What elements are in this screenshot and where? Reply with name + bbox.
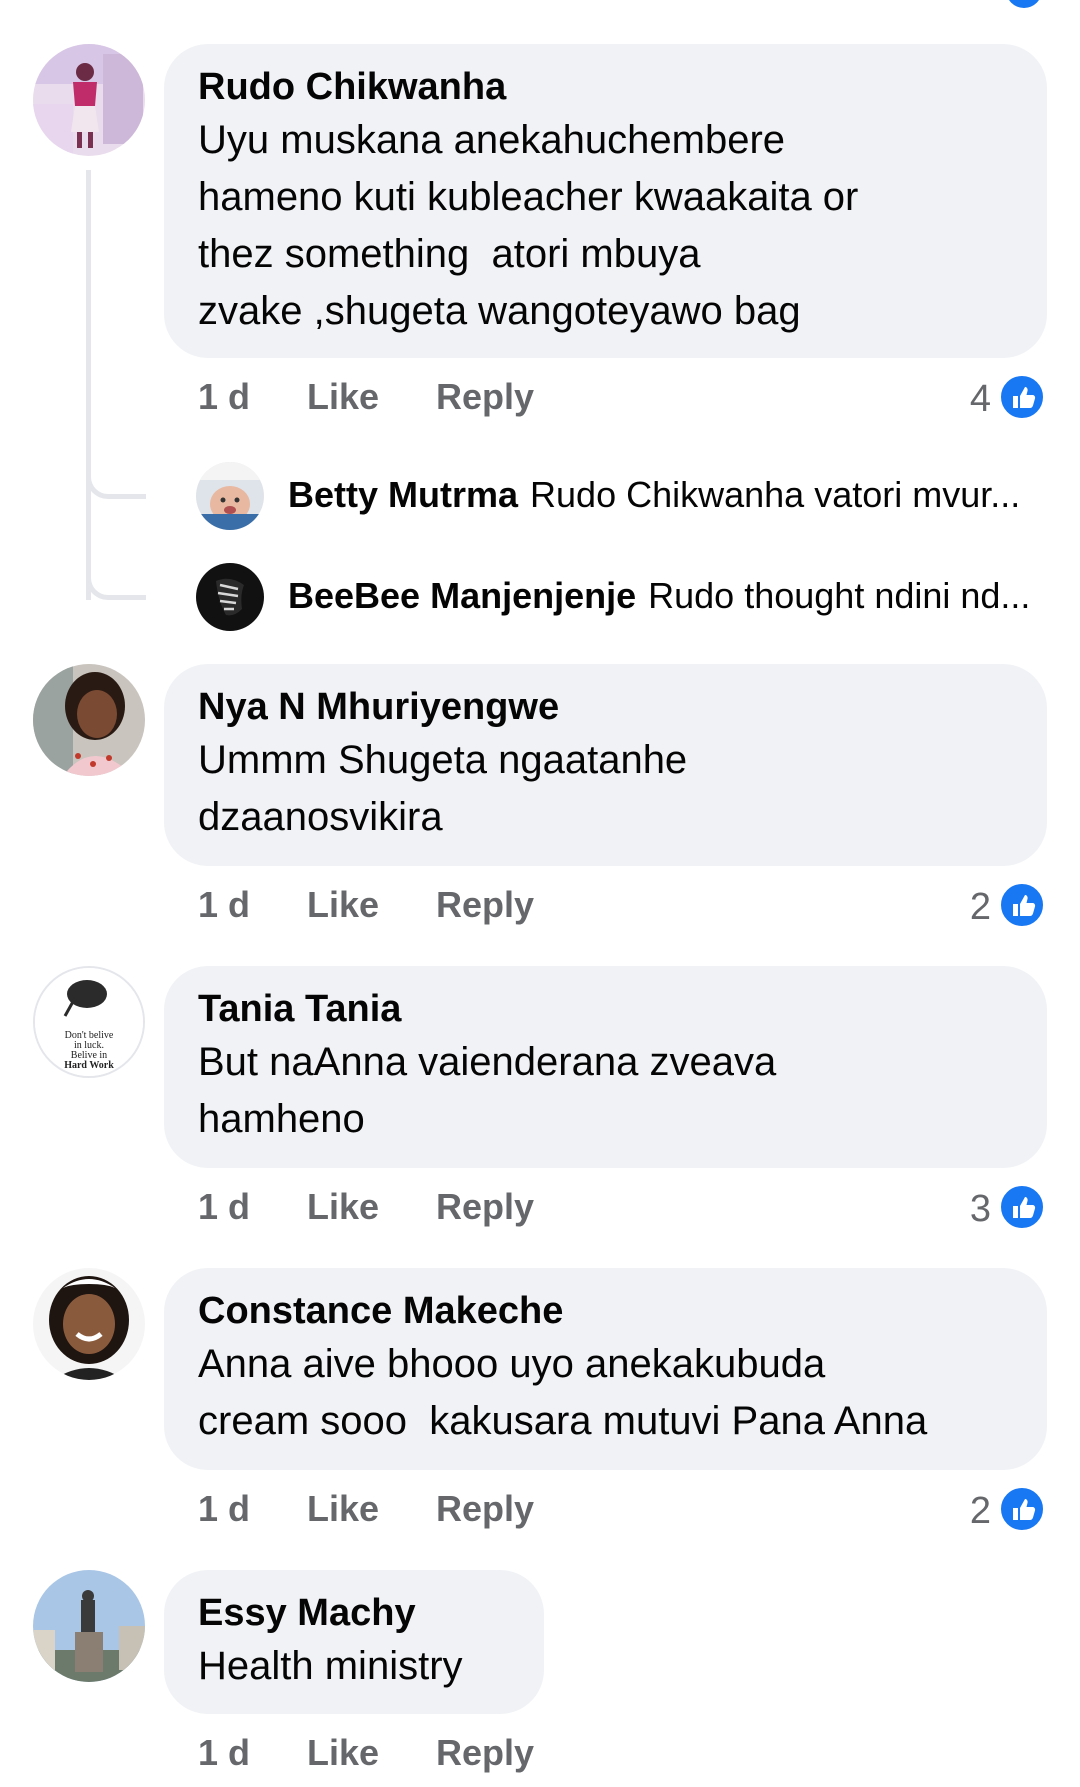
comment-author[interactable]: Rudo Chikwanha [198, 62, 1013, 112]
reaction-summary[interactable]: 4 [935, 374, 1045, 422]
reply-snippet: Rudo Chikwanha vatori mvur... [530, 474, 1021, 515]
comment-time[interactable]: 1 d [198, 376, 250, 418]
comment-author[interactable]: Essy Machy [198, 1588, 510, 1638]
thumbs-up-icon [999, 374, 1045, 420]
comment-bubble: Essy Machy Health ministry [164, 1570, 544, 1714]
reply-text-line: BeeBee Manjenjenje Rudo thought ndini nd.… [288, 575, 1048, 617]
like-button[interactable]: Like [307, 884, 379, 926]
comment-text: Anna aive bhooo uyo anekakubuda cream so… [198, 1342, 928, 1443]
reaction-count: 2 [969, 886, 991, 928]
reply-author[interactable]: Betty Mutrma [288, 474, 518, 515]
comment-text: Uyu muskana anekahuchembere hameno kuti … [198, 118, 859, 333]
comment-bubble: Tania Tania But naAnna vaienderana zveav… [164, 966, 1047, 1168]
avatar-baby-icon[interactable] [196, 462, 264, 530]
reply-text-line: Betty Mutrma Rudo Chikwanha vatori mvur..… [288, 474, 1048, 516]
thumbs-up-icon [999, 1184, 1045, 1230]
thread-line [86, 170, 91, 600]
comment-bubble: Nya N Mhuriyengwe Ummm Shugeta ngaatanhe… [164, 664, 1047, 866]
reaction-summary[interactable]: 2 [935, 882, 1045, 930]
reply-snippet: Rudo thought ndini nd... [648, 575, 1031, 616]
avatar-zebra-icon[interactable] [196, 563, 264, 631]
comment-author[interactable]: Nya N Mhuriyengwe [198, 682, 1013, 732]
reaction-count: 2 [969, 1490, 991, 1532]
like-button[interactable]: Like [307, 376, 379, 418]
avatar-smiling-woman-icon[interactable] [33, 1268, 145, 1380]
like-button[interactable]: Like [307, 1732, 379, 1774]
thread-branch [86, 467, 146, 499]
reply-button[interactable]: Reply [436, 1488, 534, 1530]
reaction-count: 4 [969, 378, 991, 420]
comment-time[interactable]: 1 d [198, 884, 250, 926]
comment-text: But naAnna vaienderana zveava hamheno [198, 1040, 777, 1141]
reaction-summary[interactable]: 2 [935, 1486, 1045, 1534]
avatar-woman-icon[interactable] [33, 664, 145, 776]
avatar-woman-pink-icon[interactable] [33, 44, 145, 156]
reply-author[interactable]: BeeBee Manjenjenje [288, 575, 636, 616]
reply-preview[interactable]: BeeBee Manjenjenje Rudo thought ndini nd.… [196, 563, 1046, 633]
reply-preview[interactable]: Betty Mutrma Rudo Chikwanha vatori mvur..… [196, 462, 1046, 532]
reaction-count: 3 [969, 1188, 991, 1230]
reply-button[interactable]: Reply [436, 376, 534, 418]
thumbs-up-icon [999, 882, 1045, 928]
like-reaction-icon [1006, 0, 1042, 8]
avatar-quote-icon[interactable]: Don't belive in luck. Belive in Hard Wor… [33, 966, 145, 1078]
avatar-statue-icon[interactable] [33, 1570, 145, 1682]
comment-text: Health ministry [198, 1644, 463, 1688]
comment-time[interactable]: 1 d [198, 1732, 250, 1774]
thumbs-up-icon [999, 1486, 1045, 1532]
comment-time[interactable]: 1 d [198, 1186, 250, 1228]
comment-text: Ummm Shugeta ngaatanhe dzaanosvikira [198, 738, 688, 839]
comment-bubble: Rudo Chikwanha Uyu muskana anekahuchembe… [164, 44, 1047, 358]
reply-button[interactable]: Reply [436, 1732, 534, 1774]
comment-bubble: Constance Makeche Anna aive bhooo uyo an… [164, 1268, 1047, 1470]
thread-branch [86, 568, 146, 600]
svg-text:Hard Work: Hard Work [64, 1060, 114, 1071]
reaction-summary[interactable]: 3 [935, 1184, 1045, 1232]
like-button[interactable]: Like [307, 1488, 379, 1530]
previous-comment-actions-cut [0, 0, 1080, 14]
comment-author[interactable]: Constance Makeche [198, 1286, 1013, 1336]
like-button[interactable]: Like [307, 1186, 379, 1228]
comment-author[interactable]: Tania Tania [198, 984, 1013, 1034]
reply-button[interactable]: Reply [436, 884, 534, 926]
comment-time[interactable]: 1 d [198, 1488, 250, 1530]
reply-button[interactable]: Reply [436, 1186, 534, 1228]
